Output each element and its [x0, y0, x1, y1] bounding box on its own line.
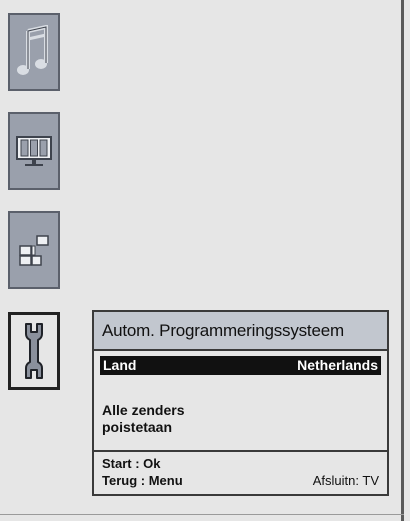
message-line-1: Alle zenders [102, 402, 185, 418]
screen-edge-bottom [0, 514, 404, 515]
dialog-message: Alle zenders poistetaan [102, 402, 184, 436]
footer-start-hint: Start : Ok [102, 456, 161, 471]
sidebar-item-extras[interactable] [8, 211, 60, 289]
screen-edge-right [401, 0, 404, 521]
country-selector[interactable]: Land Netherlands [100, 356, 381, 375]
dialog-header: Autom. Programmeringssysteem [94, 312, 387, 351]
tv-screen-icon [15, 133, 53, 169]
music-note-icon [16, 25, 52, 79]
country-label: Land [103, 357, 137, 373]
sidebar-item-picture[interactable] [8, 112, 60, 190]
wrench-icon [19, 320, 49, 382]
auto-program-dialog: Autom. Programmeringssysteem Land Nether… [92, 310, 389, 496]
country-value: Netherlands [297, 357, 378, 373]
sidebar-item-music[interactable] [8, 13, 60, 91]
dialog-title: Autom. Programmeringssysteem [102, 321, 344, 340]
message-line-2: poistetaan [102, 419, 173, 435]
sidebar-item-setup[interactable] [8, 312, 60, 390]
blocks-icon [16, 232, 52, 268]
footer-back-hint: Terug : Menu [102, 473, 183, 488]
footer-exit-hint: Afsluitn: TV [312, 473, 379, 488]
dialog-footer: Start : Ok Terug : Menu Afsluitn: TV [94, 450, 387, 494]
